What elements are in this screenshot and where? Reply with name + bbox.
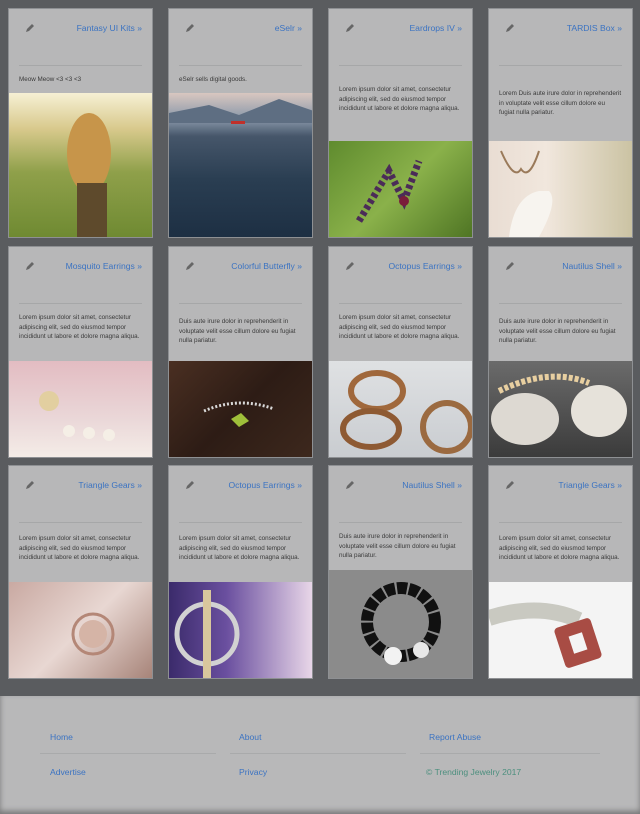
card-image[interactable] <box>169 361 312 457</box>
card-header: eSelr » <box>179 9 302 66</box>
pencil-icon[interactable] <box>185 23 195 33</box>
footer-divider <box>230 753 406 754</box>
product-card[interactable]: Triangle Gears » Lorem ipsum dolor sit a… <box>8 465 153 679</box>
card-title-link[interactable]: Triangle Gears » <box>558 480 622 490</box>
product-card[interactable]: Octopus Earrings » Lorem ipsum dolor sit… <box>328 246 473 458</box>
pencil-icon[interactable] <box>25 23 35 33</box>
card-description: Duis aute irure dolor in reprehenderit i… <box>179 318 296 344</box>
card-description: Lorem ipsum dolor sit amet, consectetur … <box>339 314 460 340</box>
card-header: Triangle Gears » <box>499 466 622 523</box>
card-title-link[interactable]: Eardrops IV » <box>409 23 462 33</box>
product-card[interactable]: TARDIS Box » Lorem Duis aute irure dolor… <box>488 8 633 238</box>
product-card[interactable]: Mosquito Earrings » Lorem ipsum dolor si… <box>8 246 153 458</box>
footer-link-report-abuse[interactable]: Report Abuse <box>429 732 481 742</box>
card-image[interactable] <box>329 570 472 678</box>
pencil-icon[interactable] <box>185 261 195 271</box>
card-description: Duis aute irure dolor in reprehenderit i… <box>499 318 616 344</box>
card-description: eSelr sells digital goods. <box>179 76 247 83</box>
footer-copyright: © Trending Jewelry 2017 <box>426 767 522 777</box>
card-title-link[interactable]: eSelr » <box>275 23 302 33</box>
product-card[interactable]: Fantasy UI Kits » Meow Meow <3 <3 <3 <box>8 8 153 238</box>
footer-link-home[interactable]: Home <box>50 732 73 742</box>
card-image[interactable] <box>9 582 152 678</box>
footer-link-advertise[interactable]: Advertise <box>50 767 86 777</box>
card-title-link[interactable]: TARDIS Box » <box>567 23 622 33</box>
card-title-link[interactable]: Nautilus Shell » <box>562 261 622 271</box>
product-card[interactable]: Nautilus Shell » Duis aute irure dolor i… <box>488 246 633 458</box>
card-image[interactable] <box>329 141 472 237</box>
site-footer: Home About Report Abuse Advertise Privac… <box>0 696 640 814</box>
card-image[interactable] <box>489 582 632 678</box>
card-header: Mosquito Earrings » <box>19 247 142 304</box>
footer-link-privacy[interactable]: Privacy <box>239 767 267 777</box>
pencil-icon[interactable] <box>25 480 35 490</box>
card-title-link[interactable]: Triangle Gears » <box>78 480 142 490</box>
product-card[interactable]: Nautilus Shell » Duis aute irure dolor i… <box>328 465 473 679</box>
pencil-icon[interactable] <box>25 261 35 271</box>
card-description: Lorem ipsum dolor sit amet, consectetur … <box>19 314 140 340</box>
card-description: Lorem ipsum dolor sit amet, consectetur … <box>179 535 300 561</box>
card-header: Nautilus Shell » <box>339 466 462 523</box>
pencil-icon[interactable] <box>345 480 355 490</box>
card-title-link[interactable]: Fantasy UI Kits » <box>77 23 142 33</box>
product-card[interactable]: Colorful Butterfly » Duis aute irure dol… <box>168 246 313 458</box>
footer-divider <box>40 753 216 754</box>
card-header: Nautilus Shell » <box>499 247 622 304</box>
card-header: Colorful Butterfly » <box>179 247 302 304</box>
product-card[interactable]: eSelr » eSelr sells digital goods. <box>168 8 313 238</box>
card-header: Eardrops IV » <box>339 9 462 66</box>
pencil-icon[interactable] <box>185 480 195 490</box>
card-image[interactable] <box>169 93 312 237</box>
card-header: Fantasy UI Kits » <box>19 9 142 66</box>
card-description: Lorem ipsum dolor sit amet, consectetur … <box>339 86 460 112</box>
card-description: Duis aute irure dolor in reprehenderit i… <box>339 533 456 559</box>
card-title-link[interactable]: Octopus Earrings » <box>228 480 302 490</box>
product-grid: Fantasy UI Kits » Meow Meow <3 <3 <3 eSe… <box>0 0 640 690</box>
card-header: Triangle Gears » <box>19 466 142 523</box>
card-description: Lorem ipsum dolor sit amet, consectetur … <box>499 535 620 561</box>
card-title-link[interactable]: Octopus Earrings » <box>388 261 462 271</box>
pencil-icon[interactable] <box>345 261 355 271</box>
pencil-icon[interactable] <box>505 480 515 490</box>
card-description: Meow Meow <3 <3 <3 <box>19 76 82 83</box>
card-image[interactable] <box>489 361 632 457</box>
card-header: TARDIS Box » <box>499 9 622 66</box>
pencil-icon[interactable] <box>505 261 515 271</box>
card-image[interactable] <box>9 93 152 237</box>
product-card[interactable]: Triangle Gears » Lorem ipsum dolor sit a… <box>488 465 633 679</box>
card-image[interactable] <box>169 582 312 678</box>
footer-divider <box>420 753 600 754</box>
card-description: Lorem ipsum dolor sit amet, consectetur … <box>19 535 140 561</box>
card-header: Octopus Earrings » <box>179 466 302 523</box>
card-title-link[interactable]: Colorful Butterfly » <box>231 261 302 271</box>
card-title-link[interactable]: Nautilus Shell » <box>402 480 462 490</box>
product-card[interactable]: Eardrops IV » Lorem ipsum dolor sit amet… <box>328 8 473 238</box>
card-image[interactable] <box>9 361 152 457</box>
card-description: Lorem Duis aute irure dolor in reprehend… <box>499 90 622 116</box>
product-card[interactable]: Octopus Earrings » Lorem ipsum dolor sit… <box>168 465 313 679</box>
card-image[interactable] <box>489 141 632 237</box>
pencil-icon[interactable] <box>345 23 355 33</box>
card-header: Octopus Earrings » <box>339 247 462 304</box>
footer-link-about[interactable]: About <box>239 732 261 742</box>
card-title-link[interactable]: Mosquito Earrings » <box>66 261 142 271</box>
pencil-icon[interactable] <box>505 23 515 33</box>
card-image[interactable] <box>329 361 472 457</box>
